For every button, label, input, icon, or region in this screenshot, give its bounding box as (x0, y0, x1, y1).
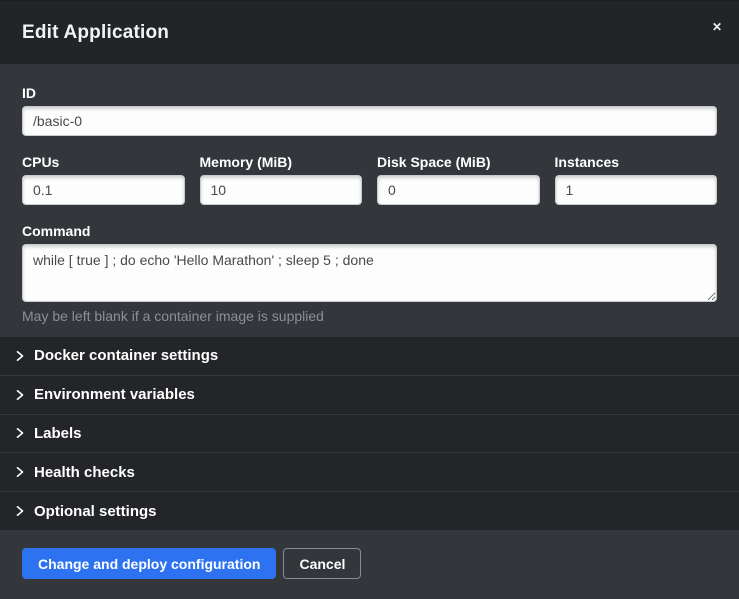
modal-body: ID CPUs Memory (MiB) Disk Space (MiB) In… (0, 64, 739, 337)
chevron-right-icon (15, 390, 25, 400)
memory-field-group: Memory (MiB) (200, 154, 363, 205)
cpus-field-group: CPUs (22, 154, 185, 205)
modal-header: Edit Application ✕ (0, 0, 739, 64)
resources-row: CPUs Memory (MiB) Disk Space (MiB) Insta… (22, 154, 717, 223)
modal-footer: Change and deploy configuration Cancel (0, 530, 739, 599)
section-environment-variables[interactable]: Environment variables (0, 376, 739, 415)
memory-label: Memory (MiB) (200, 154, 363, 170)
disk-field-group: Disk Space (MiB) (377, 154, 540, 205)
command-label: Command (22, 223, 717, 239)
section-optional-settings[interactable]: Optional settings (0, 492, 739, 530)
id-label: ID (22, 85, 717, 101)
memory-input[interactable] (200, 175, 363, 205)
command-field-group: Command while [ true ] ; do echo 'Hello … (22, 223, 717, 324)
section-label: Docker container settings (34, 347, 218, 364)
id-input[interactable] (22, 106, 717, 136)
page-title: Edit Application (22, 22, 169, 44)
command-textarea[interactable]: while [ true ] ; do echo 'Hello Marathon… (22, 244, 717, 302)
section-health-checks[interactable]: Health checks (0, 453, 739, 492)
section-labels[interactable]: Labels (0, 415, 739, 454)
instances-label: Instances (555, 154, 718, 170)
cpus-label: CPUs (22, 154, 185, 170)
change-and-deploy-button[interactable]: Change and deploy configuration (22, 548, 276, 579)
chevron-right-icon (15, 351, 25, 361)
close-icon[interactable]: ✕ (707, 17, 727, 37)
instances-field-group: Instances (555, 154, 718, 205)
chevron-right-icon (15, 506, 25, 516)
edit-application-modal: Edit Application ✕ ID CPUs Memory (MiB) … (0, 0, 739, 599)
section-label: Environment variables (34, 386, 195, 403)
section-label: Health checks (34, 464, 135, 481)
section-label: Optional settings (34, 503, 157, 520)
cpus-input[interactable] (22, 175, 185, 205)
id-field-group: ID (22, 85, 717, 136)
section-label: Labels (34, 425, 82, 442)
collapsible-sections: Docker container settings Environment va… (0, 337, 739, 530)
instances-input[interactable] (555, 175, 718, 205)
command-help-text: May be left blank if a container image i… (22, 308, 717, 324)
cancel-button[interactable]: Cancel (283, 548, 361, 579)
disk-label: Disk Space (MiB) (377, 154, 540, 170)
section-docker-container-settings[interactable]: Docker container settings (0, 337, 739, 376)
chevron-right-icon (15, 467, 25, 477)
disk-input[interactable] (377, 175, 540, 205)
chevron-right-icon (15, 428, 25, 438)
